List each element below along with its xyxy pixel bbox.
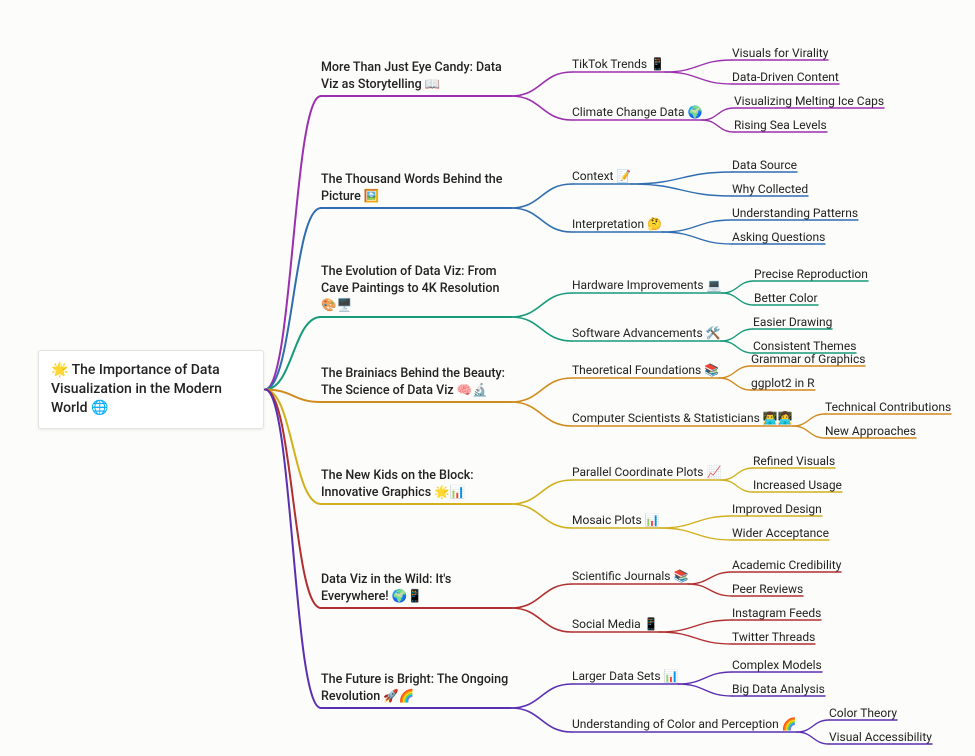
leaf-node[interactable]: Grammar of Graphics: [751, 351, 865, 367]
leaf-node[interactable]: Rising Sea Levels: [734, 117, 827, 133]
leaf-node[interactable]: Data Source: [732, 157, 797, 173]
root-node[interactable]: 🌟 The Importance of Data Visualization i…: [38, 350, 264, 429]
branch-evolution[interactable]: The Evolution of Data Viz: From Cave Pai…: [321, 264, 511, 315]
branch-new-kids[interactable]: The New Kids on the Block: Innovative Gr…: [321, 468, 511, 502]
branch-wild[interactable]: Data Viz in the Wild: It's Everywhere! 🌍…: [321, 572, 511, 606]
leaf-node[interactable]: Understanding Patterns: [732, 205, 858, 221]
subtopic-node[interactable]: Larger Data Sets 📊: [572, 668, 678, 684]
leaf-node[interactable]: Increased Usage: [753, 477, 842, 493]
subtopic-node[interactable]: Climate Change Data 🌍: [572, 104, 702, 120]
leaf-node[interactable]: Precise Reproduction: [754, 266, 868, 282]
branch-storytelling[interactable]: More Than Just Eye Candy: Data Viz as St…: [321, 60, 511, 94]
subtopic-node[interactable]: Theoretical Foundations 📚: [572, 362, 719, 378]
subtopic-node[interactable]: TikTok Trends 📱: [572, 56, 665, 72]
leaf-node[interactable]: Big Data Analysis: [732, 681, 825, 697]
subtopic-node[interactable]: Interpretation 🤔: [572, 216, 662, 232]
subtopic-node[interactable]: Hardware Improvements 💻: [572, 277, 722, 293]
subtopic-node[interactable]: Context 📝: [572, 168, 631, 184]
leaf-node[interactable]: Visualizing Melting Ice Caps: [734, 93, 884, 109]
subtopic-node[interactable]: Scientific Journals 📚: [572, 568, 688, 584]
leaf-node[interactable]: Easier Drawing: [753, 314, 832, 330]
subtopic-node[interactable]: Computer Scientists & Statisticians 👨‍💻👩…: [572, 410, 793, 426]
leaf-node[interactable]: Asking Questions: [732, 229, 825, 245]
leaf-node[interactable]: Instagram Feeds: [732, 605, 821, 621]
leaf-node[interactable]: Visuals for Virality: [732, 45, 828, 61]
subtopic-node[interactable]: Mosaic Plots 📊: [572, 512, 660, 528]
leaf-node[interactable]: ggplot2 in R: [751, 375, 815, 391]
branch-brainiacs[interactable]: The Brainiacs Behind the Beauty: The Sci…: [321, 366, 511, 400]
subtopic-node[interactable]: Parallel Coordinate Plots 📈: [572, 464, 721, 480]
leaf-node[interactable]: Data-Driven Content: [732, 69, 839, 85]
leaf-node[interactable]: Better Color: [754, 290, 818, 306]
leaf-node[interactable]: Visual Accessibility: [829, 729, 932, 745]
leaf-node[interactable]: Twitter Threads: [732, 629, 815, 645]
leaf-node[interactable]: Color Theory: [829, 705, 897, 721]
leaf-node[interactable]: Why Collected: [732, 181, 808, 197]
branch-future[interactable]: The Future is Bright: The Ongoing Revolu…: [321, 672, 511, 706]
leaf-node[interactable]: Technical Contributions: [825, 399, 951, 415]
leaf-node[interactable]: Complex Models: [732, 657, 822, 673]
leaf-node[interactable]: Peer Reviews: [732, 581, 803, 597]
leaf-node[interactable]: Refined Visuals: [753, 453, 835, 469]
leaf-node[interactable]: Academic Credibility: [732, 557, 841, 573]
subtopic-node[interactable]: Software Advancements 🛠️: [572, 325, 721, 341]
branch-thousand-words[interactable]: The Thousand Words Behind the Picture 🖼️: [321, 172, 511, 206]
subtopic-node[interactable]: Understanding of Color and Perception 🌈: [572, 716, 797, 732]
subtopic-node[interactable]: Social Media 📱: [572, 616, 659, 632]
leaf-node[interactable]: New Approaches: [825, 423, 916, 439]
leaf-node[interactable]: Wider Acceptance: [732, 525, 829, 541]
leaf-node[interactable]: Improved Design: [732, 501, 822, 517]
